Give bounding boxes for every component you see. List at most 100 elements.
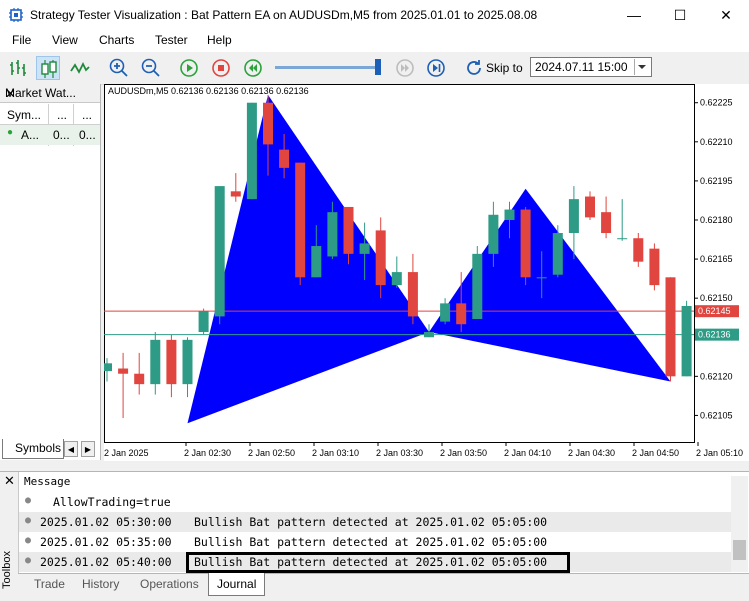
speed-slider-thumb[interactable]: [374, 59, 381, 75]
toolbox-label: Toolbox: [0, 551, 13, 589]
candle-body: [150, 339, 161, 385]
line-chart-button[interactable]: [68, 56, 92, 80]
time-tick-label: 2 Jan 05:10: [696, 448, 743, 458]
log-message: Bullish Bat pattern detected at 2025.01.…: [194, 535, 548, 549]
zoom-in-icon: [109, 58, 128, 77]
close-icon: ✕: [720, 7, 732, 23]
rewind-button[interactable]: [241, 56, 265, 80]
skip-to-date-field[interactable]: 2024.07.11 15:00: [530, 57, 652, 77]
tab-journal[interactable]: Journal: [208, 573, 266, 596]
market-watch-close-icon[interactable]: ✕: [5, 86, 94, 102]
tab-operations[interactable]: Operations: [140, 577, 199, 591]
speed-slider[interactable]: [275, 66, 381, 69]
tab-symbols[interactable]: Symbols: [2, 439, 64, 459]
bar-chart-icon: [10, 60, 26, 76]
column-header-ask[interactable]: ...: [82, 108, 96, 122]
candle-body: [118, 368, 129, 374]
scroll-left-icon[interactable]: ◀: [64, 441, 78, 457]
price-tick-label: 0.62195: [700, 176, 733, 186]
candle-body: [375, 230, 386, 286]
skip-to-date-value: 2024.07.11 15:00: [535, 60, 628, 74]
step-forward-icon: [396, 59, 414, 77]
speed-slider-fill: [275, 66, 378, 69]
menu-file[interactable]: File: [12, 33, 31, 47]
menu-view[interactable]: View: [52, 33, 78, 47]
candle-body: [279, 149, 290, 168]
price-tag-label: 0.62136: [698, 330, 731, 340]
candle-body: [246, 102, 257, 200]
candle-body: [295, 162, 306, 278]
time-tick-label: 2 Jan 2025: [104, 448, 149, 458]
candle-body: [407, 272, 418, 317]
candle-body: [649, 248, 660, 286]
skip-to-end-icon: [427, 59, 445, 77]
price-tick-label: 0.62210: [700, 137, 733, 147]
zoom-out-button[interactable]: [139, 56, 163, 80]
candle-body: [263, 102, 273, 145]
column-header-bid[interactable]: ...: [57, 108, 71, 122]
play-icon: [180, 59, 198, 77]
candle-body: [456, 303, 467, 325]
chart-canvas[interactable]: 0.62225 0.62210 0.62195 0.62180 0.62165 0.621…: [104, 84, 749, 461]
journal-scrollbar[interactable]: [731, 476, 748, 572]
tab-history[interactable]: History: [82, 577, 119, 591]
candle-body: [504, 209, 515, 220]
step-forward-button[interactable]: [393, 56, 417, 80]
menu-tester[interactable]: Tester: [155, 33, 188, 47]
price-tick-label: 0.62225: [700, 98, 733, 108]
journal-column-message[interactable]: Message: [24, 475, 70, 488]
log-dot-icon: ●: [25, 515, 32, 526]
stop-button[interactable]: [209, 56, 233, 80]
log-dot-icon: ●: [25, 535, 32, 546]
journal-row[interactable]: ● 2025.01.02 05:35:00 Bullish Bat patter…: [19, 532, 731, 552]
price-tick-label: 0.62105: [700, 410, 733, 420]
maximize-icon: ☐: [673, 7, 687, 23]
menu-help[interactable]: Help: [207, 33, 232, 47]
candle-body: [617, 238, 628, 240]
symbol-name: A...: [21, 128, 40, 142]
log-time: 2025.01.02 05:35:00: [40, 535, 172, 549]
scroll-right-icon[interactable]: ▶: [81, 441, 95, 457]
symbol-bid: 0...: [53, 128, 70, 142]
price-tick-label: 0.62150: [700, 293, 733, 303]
highlight-box: [186, 552, 570, 573]
toolbox-close-icon[interactable]: ✕: [4, 473, 15, 489]
candle-body: [230, 191, 241, 197]
tab-trade[interactable]: Trade: [34, 577, 65, 591]
column-header-symbol[interactable]: Sym...: [7, 108, 47, 122]
skip-to-end-button[interactable]: [424, 56, 448, 80]
price-chart[interactable]: 0.62225 0.62210 0.62195 0.62180 0.62165 0.621…: [104, 84, 749, 461]
candle-body: [424, 332, 434, 338]
zoom-in-button[interactable]: [107, 56, 131, 80]
candlestick-button[interactable]: [36, 56, 60, 80]
minimize-icon: —: [627, 7, 641, 23]
candle-body: [134, 373, 145, 385]
chevron-down-icon: [638, 65, 646, 69]
symbol-row[interactable]: ● A... 0... 0...: [0, 125, 100, 145]
play-button[interactable]: [177, 56, 201, 80]
toolbox-sidebar: ✕ Toolbox: [0, 472, 19, 601]
candle-body: [359, 243, 370, 254]
time-tick-label: 2 Jan 04:10: [504, 448, 551, 458]
journal-row[interactable]: ● AllowTrading=true: [19, 492, 731, 512]
symbol-status-icon: ●: [7, 127, 14, 138]
skip-to-button[interactable]: [462, 56, 486, 80]
journal-scrollbar-thumb[interactable]: [733, 540, 746, 560]
calendar-dropdown-button[interactable]: [634, 59, 649, 75]
minimize-button[interactable]: —: [611, 0, 657, 30]
candle-body: [665, 277, 676, 377]
log-time: 2025.01.02 05:30:00: [40, 515, 172, 529]
bar-chart-button[interactable]: [6, 56, 30, 80]
line-chart-icon: [70, 61, 90, 74]
maximize-button[interactable]: ☐: [657, 0, 703, 30]
candle-body: [601, 212, 612, 234]
close-button[interactable]: ✕: [703, 0, 749, 30]
time-tick-label: 2 Jan 03:30: [376, 448, 423, 458]
market-watch-panel: Market Wat... ✕ Sym... ... ... ● A... 0.…: [0, 84, 101, 460]
menu-charts[interactable]: Charts: [99, 33, 134, 47]
candle-body: [633, 238, 644, 262]
menu-bar: File View Charts Tester Help: [0, 30, 749, 52]
journal-row[interactable]: ● 2025.01.02 05:30:00 Bullish Bat patter…: [19, 512, 731, 532]
log-dot-icon: ●: [25, 555, 32, 566]
time-tick-label: 2 Jan 03:50: [440, 448, 487, 458]
